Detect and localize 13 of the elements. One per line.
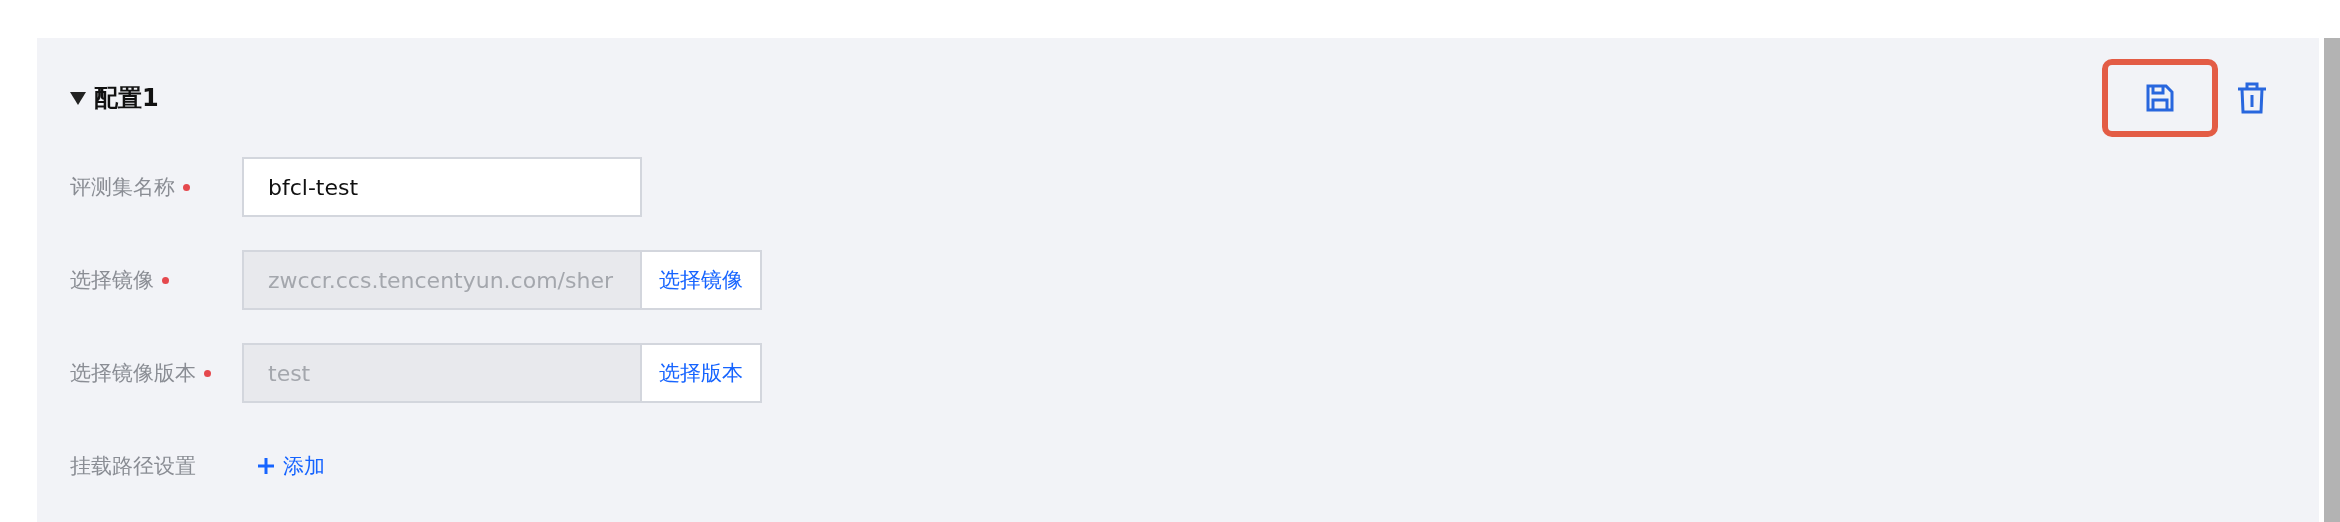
input-field[interactable]: bfcl-test [242,157,642,217]
field-label: 评测集名称 [70,174,175,201]
section-title: 配置1 [94,83,159,114]
highlight-frame[interactable] [2102,59,2218,137]
add-link[interactable]: 添加 [257,452,325,480]
scrollbar[interactable] [2324,38,2340,522]
field-label: 选择镜像版本 [70,360,196,387]
save-icon[interactable] [2145,83,2175,113]
trash-icon [2237,82,2267,114]
field-label: 挂载路径设置 [70,453,196,480]
caret-icon[interactable] [70,91,86,105]
plus-icon[interactable] [257,457,275,475]
field-label: 选择镜像 [70,267,154,294]
